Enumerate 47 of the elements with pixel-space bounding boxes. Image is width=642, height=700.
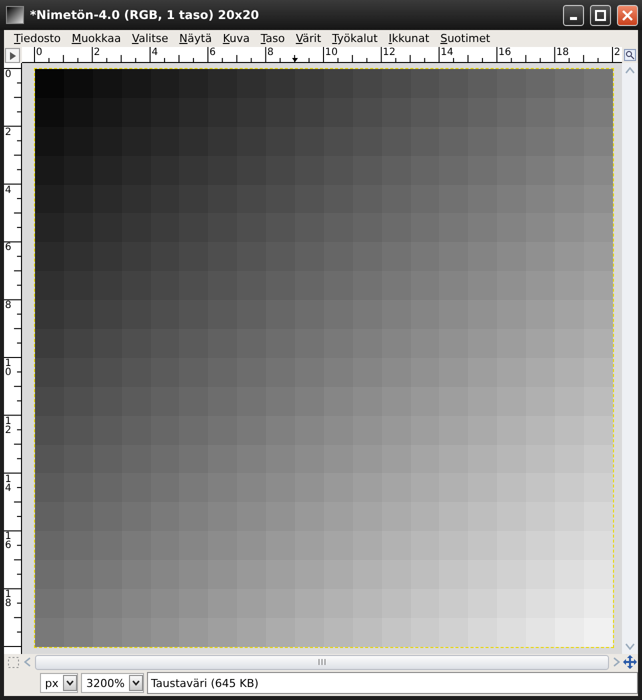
ruler-label: 2 (94, 47, 100, 58)
maximize-icon (595, 10, 606, 20)
maximize-button[interactable] (590, 4, 611, 26)
ruler-label: 12 (5, 416, 12, 435)
ruler-label: 4 (152, 47, 158, 58)
close-icon (622, 10, 633, 20)
menu-item[interactable]: Työkalut (328, 32, 385, 45)
ruler-label: 16 (5, 532, 12, 550)
ruler-label: 0 (5, 70, 12, 79)
zoom-icon[interactable] (624, 49, 636, 61)
ruler-label: 4 (5, 186, 12, 195)
window-title: *Nimetön-4.0 (RGB, 1 taso) 20x20 (30, 8, 260, 22)
menu-item[interactable]: Värit (292, 32, 328, 45)
ruler-label: 6 (5, 243, 12, 252)
ruler-label: 6 (209, 47, 216, 58)
ruler-label: 2 (614, 47, 620, 58)
grip-icon (318, 659, 326, 665)
close-button[interactable] (617, 4, 638, 26)
ruler-label: 14 (5, 474, 12, 493)
menu-item[interactable]: Tiedosto (10, 32, 68, 45)
move-icon[interactable] (623, 655, 637, 669)
ruler-label: 8 (5, 301, 12, 310)
status-message: Taustaväri (645 KB) (147, 672, 638, 694)
menu-item[interactable]: Suotimet (436, 32, 498, 45)
ruler-label: 18 (556, 47, 569, 58)
navigate-button[interactable] (5, 48, 20, 63)
ruler-label: 12 (382, 47, 396, 58)
zoom-dropdown[interactable]: 3200% (81, 673, 144, 693)
ruler-label: 8 (267, 47, 274, 58)
menu-item[interactable]: Kuva (218, 32, 257, 45)
menu-item[interactable]: Valitse (128, 32, 176, 45)
menu-item[interactable]: Ikkunat (384, 32, 436, 45)
ruler-label: 18 (5, 590, 12, 608)
ruler-label: 16 (498, 47, 512, 58)
unit-dropdown[interactable]: px (40, 673, 78, 693)
menu-item[interactable]: Muokkaa (68, 32, 128, 45)
ruler-label: 14 (440, 47, 454, 58)
menu-item[interactable]: Taso (256, 32, 292, 45)
menu-item[interactable]: Näytä (175, 32, 219, 45)
app-icon (6, 6, 24, 24)
ruler-label: 2 (5, 128, 12, 137)
ruler-label: 10 (5, 359, 12, 377)
minimize-button[interactable] (563, 4, 584, 26)
ruler-label: 10 (325, 47, 338, 58)
ruler-label: 0 (36, 47, 42, 58)
minimize-icon (570, 16, 577, 20)
play-icon (9, 52, 16, 60)
